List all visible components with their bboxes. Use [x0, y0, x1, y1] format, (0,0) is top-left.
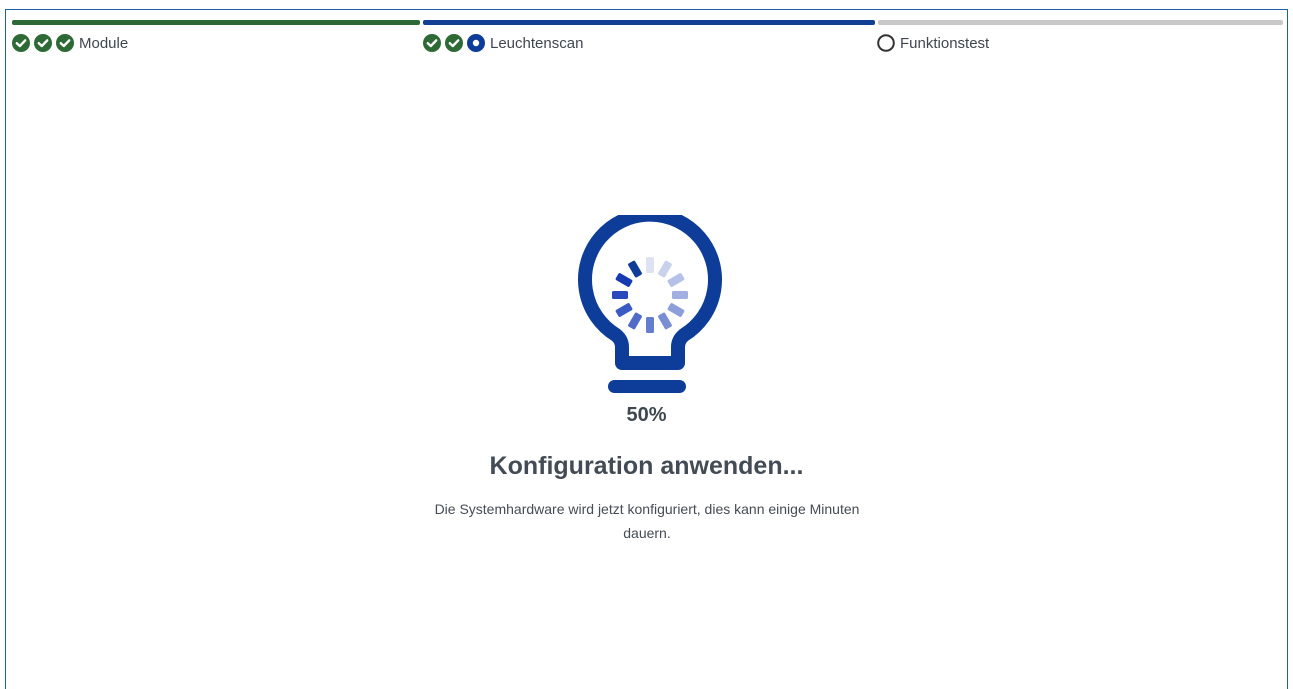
- step-module[interactable]: Module: [12, 33, 128, 53]
- progress-percent: 50%: [626, 404, 667, 426]
- spinner-segment: [615, 303, 633, 317]
- spinner-segment: [658, 312, 672, 330]
- step-funktionstest-label: Funktionstest: [900, 34, 990, 52]
- step-leuchtenscan[interactable]: Leuchtenscan: [423, 33, 583, 53]
- spinner-segment: [672, 291, 688, 299]
- step-funktionstest-progress-bar: [878, 20, 1283, 25]
- spinner-segment: [667, 273, 685, 287]
- check-circle-icon: [423, 34, 441, 52]
- step-module-progress-bar: [12, 20, 420, 25]
- lightbulb-spinner-icon: [578, 215, 722, 393]
- check-circle-icon: [12, 34, 30, 52]
- page-title: Konfiguration anwenden...: [489, 452, 804, 480]
- spinner-segment: [646, 257, 654, 273]
- check-circle-icon: [34, 34, 52, 52]
- step-funktionstest[interactable]: Funktionstest: [877, 33, 989, 53]
- spinner-segment: [667, 303, 685, 317]
- spinner-segment: [612, 291, 628, 299]
- spinner-segment: [628, 260, 642, 278]
- check-circle-icon: [56, 34, 74, 52]
- active-dot-icon: [467, 34, 485, 52]
- spinner-segment: [615, 273, 633, 287]
- check-circle-icon: [445, 34, 463, 52]
- page-description: Die Systemhardware wird jetzt konfigurie…: [434, 501, 860, 541]
- step-module-label: Module: [79, 34, 129, 52]
- spinner-segment: [646, 317, 654, 333]
- spinner-segment: [628, 312, 642, 330]
- empty-circle-icon: [877, 34, 895, 52]
- spinner-segment: [658, 260, 672, 278]
- step-leuchtenscan-label: Leuchtenscan: [490, 34, 584, 52]
- step-leuchtenscan-progress-bar: [423, 20, 875, 25]
